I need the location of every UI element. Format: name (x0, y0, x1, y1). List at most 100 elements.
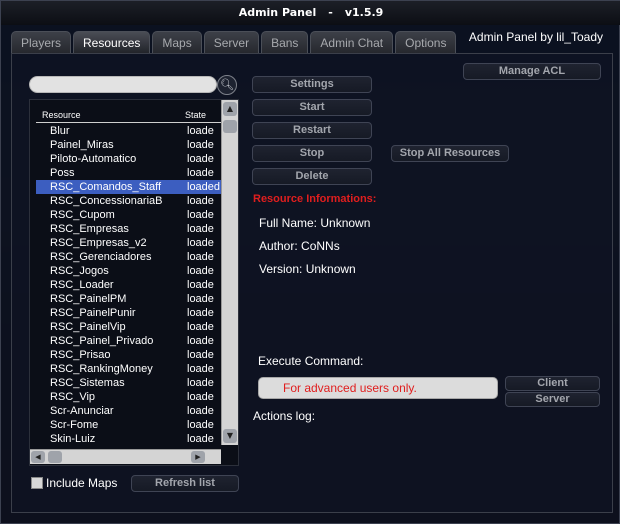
include-maps-checkbox[interactable] (31, 477, 43, 489)
resource-row[interactable]: RSC_Jogos loade (36, 264, 222, 278)
resource-state: loade (187, 321, 214, 333)
refresh-list-button[interactable]: Refresh list (131, 475, 239, 492)
include-maps-option[interactable]: Include Maps (31, 476, 117, 490)
scroll-up-icon[interactable]: ▲ (223, 102, 237, 116)
scroll-thumb[interactable] (223, 120, 237, 133)
scroll-left-icon[interactable]: ◀ (31, 451, 45, 463)
resource-row[interactable]: RSC_Empresas loade (36, 222, 222, 236)
column-header-resource[interactable]: Resource (42, 110, 81, 120)
resource-state: loade (187, 349, 214, 361)
scroll-right-icon[interactable]: ▶ (191, 451, 205, 463)
resource-state: loade (187, 265, 214, 277)
resource-row[interactable]: RSC_RankingMoney loade (36, 362, 222, 376)
resource-row[interactable]: Skin-Luiz loade (36, 432, 222, 446)
scroll-down-icon[interactable]: ▼ (223, 429, 237, 443)
resource-state: loade (187, 433, 214, 445)
stop-all-resources-button[interactable]: Stop All Resources (391, 145, 509, 162)
tab-maps[interactable]: Maps (152, 31, 202, 53)
actions-log-label: Actions log: (253, 409, 316, 423)
window-title: Admin Panel (238, 6, 317, 19)
title-bar[interactable]: Admin Panel - v1.5.9 (1, 1, 620, 25)
resource-rows: Blur loade Painel_Miras loade Piloto-Automat… (36, 124, 222, 448)
resource-state: loade (187, 251, 214, 263)
resource-row[interactable]: RSC_Painel_Privado loade (36, 334, 222, 348)
resource-state: loade (187, 419, 214, 431)
resource-state: loade (187, 377, 214, 389)
resource-row[interactable]: RSC_PainelVip loade (36, 320, 222, 334)
execute-server-button[interactable]: Server (505, 392, 600, 407)
resource-row[interactable]: RSC_Comandos_Staff loaded (36, 180, 222, 194)
tab-options[interactable]: Options (395, 31, 457, 53)
resource-row[interactable]: RSC_Loader loade (36, 278, 222, 292)
execute-command-input[interactable]: For advanced users only. (258, 377, 498, 399)
tab-admin-chat[interactable]: Admin Chat (310, 31, 394, 53)
resource-state: loade (187, 223, 214, 235)
admin-panel-window: Admin Panel - v1.5.9 Players Resources Map… (0, 0, 620, 524)
start-button[interactable]: Start (252, 99, 372, 116)
resource-row[interactable]: Painel_Miras loade (36, 138, 222, 152)
resource-row[interactable]: Scr-Fome loade (36, 418, 222, 432)
resource-row[interactable]: Poss loade (36, 166, 222, 180)
resource-state: loade (187, 363, 214, 375)
resource-row[interactable]: RSC_PainelPunir loade (36, 306, 222, 320)
resource-state: loade (187, 153, 214, 165)
resource-list-header: Resource State (36, 107, 222, 123)
credit-text: Admin Panel by lil_Toady (468, 30, 603, 44)
hscroll-thumb[interactable] (48, 451, 62, 463)
resource-name: Scr-Fome (50, 419, 99, 431)
resource-state: loade (187, 335, 214, 347)
resource-row[interactable]: RSC_PainelPM loade (36, 292, 222, 306)
resource-list[interactable]: Resource State Blur loade Painel_Miras load… (29, 99, 239, 466)
include-maps-label: Include Maps (46, 476, 118, 490)
vertical-scrollbar[interactable]: ▲ ▼ (221, 100, 238, 445)
resource-name: Blur (50, 125, 70, 137)
tab-bans[interactable]: Bans (261, 31, 309, 53)
resource-name: RSC_Empresas_v2 (50, 237, 147, 249)
resource-row[interactable]: RSC_Cupom loade (36, 208, 222, 222)
tab-resources[interactable]: Resources (73, 31, 151, 54)
resource-row[interactable]: RSC_Vip loade (36, 390, 222, 404)
resource-name: Piloto-Automatico (50, 153, 137, 165)
execute-command-label: Execute Command: (258, 354, 364, 368)
resource-row[interactable]: RSC_ConcessionariaB loade (36, 194, 222, 208)
manage-acl-button[interactable]: Manage ACL (463, 63, 601, 80)
tab-server[interactable]: Server (203, 31, 260, 53)
resource-state: loaded (187, 181, 221, 193)
resource-row[interactable]: Scr-Anunciar loade (36, 404, 222, 418)
resource-version: Version: Unknown (259, 262, 356, 276)
horizontal-scrollbar[interactable]: ◀ ▶ (30, 449, 221, 464)
resource-state: loade (187, 293, 214, 305)
resource-state: loade (187, 167, 214, 179)
resource-name: RSC_Jogos (50, 265, 109, 277)
resource-name: Skin-Luiz (50, 433, 96, 445)
resource-row[interactable]: RSC_Empresas_v2 loade (36, 236, 222, 250)
resource-state: loade (187, 125, 214, 137)
resource-name: RSC_PainelPM (50, 293, 127, 305)
title-separator: - (328, 6, 333, 19)
resource-row[interactable]: RSC_Prisao loade (36, 348, 222, 362)
column-header-state[interactable]: State (185, 110, 206, 120)
resource-row[interactable]: Blur loade (36, 124, 222, 138)
stop-button[interactable]: Stop (252, 145, 372, 162)
resource-name: Poss (50, 167, 75, 179)
resource-name: RSC_PainelPunir (50, 307, 136, 319)
execute-client-button[interactable]: Client (505, 376, 600, 391)
search-icon[interactable]: 🔍︎ (217, 75, 237, 95)
resource-state: loade (187, 209, 214, 221)
resource-search-input[interactable] (29, 76, 217, 93)
resource-name: RSC_Sistemas (50, 377, 125, 389)
delete-button[interactable]: Delete (252, 168, 372, 185)
resource-name: RSC_RankingMoney (50, 363, 153, 375)
window-version: v1.5.9 (344, 6, 384, 19)
settings-button[interactable]: Settings (252, 76, 372, 93)
tab-players[interactable]: Players (11, 31, 72, 53)
resource-name: RSC_ConcessionariaB (50, 195, 163, 207)
resource-row[interactable]: RSC_Sistemas loade (36, 376, 222, 390)
resource-row[interactable]: RSC_Gerenciadores loade (36, 250, 222, 264)
resource-row[interactable]: Piloto-Automatico loade (36, 152, 222, 166)
restart-button[interactable]: Restart (252, 122, 372, 139)
resource-name: RSC_Cupom (50, 209, 115, 221)
resource-name: RSC_Painel_Privado (50, 335, 154, 347)
resource-state: loade (187, 307, 214, 319)
resource-state: loade (187, 279, 214, 291)
